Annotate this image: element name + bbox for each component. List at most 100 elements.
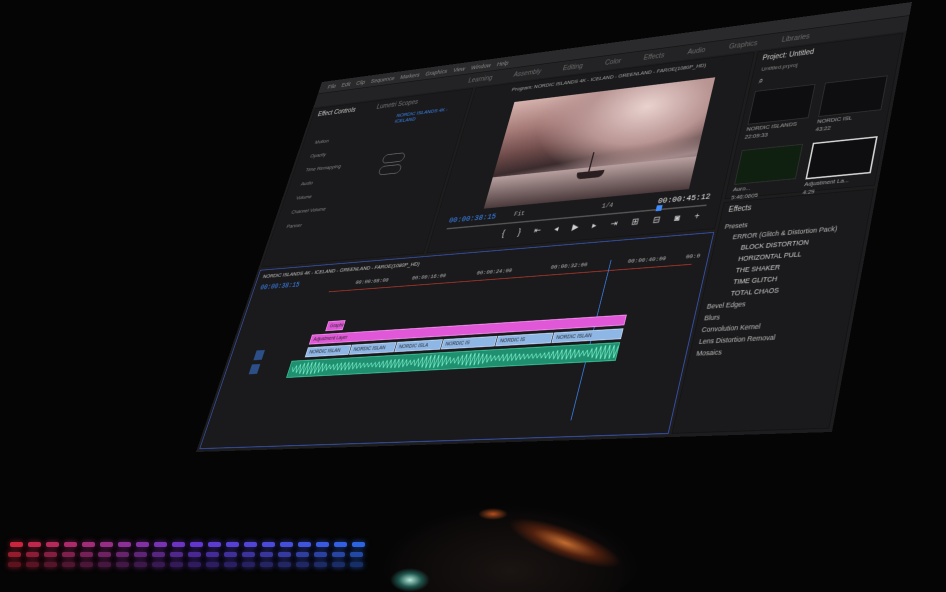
video-clip[interactable]: NORDIC IS — [495, 332, 554, 347]
mark-out-icon[interactable]: } — [517, 227, 522, 237]
keyboard-key-glow — [82, 542, 95, 547]
search-icon[interactable]: ⌕ — [758, 77, 764, 87]
resolution-select[interactable]: 1/4 — [601, 202, 614, 210]
menu-item-view[interactable]: View — [452, 65, 466, 73]
keyboard-key-glow — [332, 552, 345, 557]
keyboard-key-glow — [154, 542, 167, 547]
workspace-tab-graphics[interactable]: Graphics — [728, 39, 758, 50]
lift-icon[interactable]: ⊞ — [630, 216, 640, 227]
keyboard-key-glow — [100, 542, 113, 547]
menu-item-file[interactable]: File — [327, 83, 337, 90]
mask-ellipse-button[interactable] — [381, 152, 406, 164]
menu-item-markers[interactable]: Markers — [400, 71, 421, 80]
effects-title: Effects — [727, 203, 753, 215]
keyboard-key-glow — [298, 542, 311, 547]
menu-item-window[interactable]: Window — [470, 62, 492, 71]
keyboard-key-glow — [190, 542, 203, 547]
menu-item-clip[interactable]: Clip — [355, 79, 366, 86]
keyboard-key-glow — [278, 552, 291, 557]
timeline-timecode[interactable]: 00:00:38:15 — [259, 282, 300, 292]
time-ruler[interactable]: 00:00:08:00 00:00:16:00 00:00:24:00 00:0… — [328, 253, 701, 293]
keyboard-key-glow — [260, 552, 273, 557]
track-target-v1[interactable] — [253, 349, 265, 361]
workspace-tab-audio[interactable]: Audio — [687, 46, 706, 56]
ruler-tick-label: 00:00:08:00 — [354, 277, 390, 287]
keyboard-key-glow — [64, 542, 77, 547]
go-to-out-icon[interactable]: ⇥ — [609, 218, 619, 229]
menu-item-graphics[interactable]: Graphics — [425, 68, 449, 77]
keyboard-key-glow — [152, 552, 165, 557]
ruler-tick-label: 00:00:16:00 — [410, 272, 447, 282]
menu-item-edit[interactable]: Edit — [341, 81, 352, 88]
keyboard-key-glow — [26, 562, 39, 567]
workspace-tab-libraries[interactable]: Libraries — [781, 33, 811, 44]
video-clip[interactable]: NORDIC ISLAN — [348, 342, 397, 355]
step-forward-icon[interactable]: ▸ — [591, 220, 598, 230]
photo-scene: File Edit Clip Sequence Markers Graphics… — [0, 0, 946, 592]
keyboard-key-glow — [244, 542, 257, 547]
keyboard-key-glow — [206, 552, 219, 557]
effect-row[interactable]: Panner — [284, 216, 324, 234]
video-clip[interactable]: NORDIC IS — [440, 335, 498, 350]
workspace-tab-color[interactable]: Color — [604, 57, 622, 66]
workspace-tab-effects[interactable]: Effects — [643, 52, 665, 62]
ruler-tick-label: 00:00:40:00 — [626, 255, 667, 266]
mask-rectangle-button[interactable] — [377, 163, 403, 176]
keyboard-key-glow — [206, 562, 219, 567]
extract-icon[interactable]: ⊟ — [652, 214, 662, 225]
project-item[interactable]: Adjustment La... 4:29 — [802, 136, 879, 196]
keyboard-key-glow — [134, 552, 147, 557]
keyboard-key-glow — [98, 562, 111, 567]
workspace-tab-editing[interactable]: Editing — [562, 62, 584, 72]
keyboard-key-glow — [314, 552, 327, 557]
keyboard-key-glow — [188, 552, 201, 557]
mouse-rgb-glow — [478, 508, 508, 520]
tab-lumetri-scopes[interactable]: Lumetri Scopes — [376, 99, 419, 111]
graphic-clip[interactable]: Graphic — [325, 320, 346, 332]
clip-thumbnail — [747, 83, 816, 125]
keyboard-key-glow — [350, 552, 363, 557]
ruler-tick-label: 00:00:24:00 — [475, 267, 513, 277]
workspace-tab-learning[interactable]: Learning — [467, 74, 493, 84]
keyboard-key-glow — [242, 562, 255, 567]
keyboard-key-glow — [242, 552, 255, 557]
keyboard-key-glow — [98, 552, 111, 557]
keyboard-key-glow — [8, 562, 21, 567]
play-icon[interactable]: ▶ — [571, 222, 580, 233]
menu-item-sequence[interactable]: Sequence — [370, 75, 396, 84]
menu-item-help[interactable]: Help — [496, 59, 509, 67]
keyboard-key-glow — [62, 552, 75, 557]
keyboard-key-glow — [44, 552, 57, 557]
keyboard-key-glow — [152, 562, 165, 567]
keyboard-key-glow — [10, 542, 23, 547]
zoom-select[interactable]: Fit — [513, 210, 526, 218]
ruler-tick-label: 00:00:32:00 — [549, 261, 589, 272]
mark-in-icon[interactable]: { — [501, 228, 506, 238]
video-clip[interactable]: NORDIC ISLA — [394, 339, 444, 353]
video-frame — [483, 77, 716, 209]
add-icon[interactable]: + — [693, 211, 701, 222]
workspace-tab-assembly[interactable]: Assembly — [513, 68, 542, 79]
keyboard-key-glow — [224, 552, 237, 557]
project-items: NORDIC ISLANDS 22:09:33 NORDIC ISL 43:22… — [730, 75, 890, 202]
camera-icon[interactable]: ◙ — [673, 212, 681, 223]
keyboard-key-glow — [116, 552, 129, 557]
project-item[interactable]: NORDIC ISL 43:22 — [815, 75, 890, 133]
keyboard-key-glow — [116, 562, 129, 567]
keyboard-key-glow — [26, 552, 39, 557]
playhead-marker[interactable] — [655, 204, 663, 212]
keyboard-key-glow — [262, 542, 275, 547]
go-to-in-icon[interactable]: ⇤ — [533, 225, 542, 235]
project-file: Untitled.prproj — [760, 61, 799, 73]
video-clip[interactable]: NORDIC ISLAN — [304, 344, 352, 358]
keyboard-key-glow — [332, 562, 345, 567]
project-item[interactable]: NORDIC ISLANDS 22:09:33 — [744, 83, 818, 140]
project-title: Project: Untitled — [761, 48, 815, 63]
project-item[interactable]: Auro... 5:46:0605 — [730, 143, 805, 203]
track-target-a1[interactable] — [248, 363, 261, 375]
step-back-icon[interactable]: ◂ — [553, 223, 560, 233]
keyboard-key-glow — [208, 542, 221, 547]
audio-thumbnail — [734, 143, 804, 185]
tab-effect-controls[interactable]: Effect Controls — [317, 107, 357, 119]
video-clip[interactable]: NORDIC ISLAN — [551, 328, 624, 344]
